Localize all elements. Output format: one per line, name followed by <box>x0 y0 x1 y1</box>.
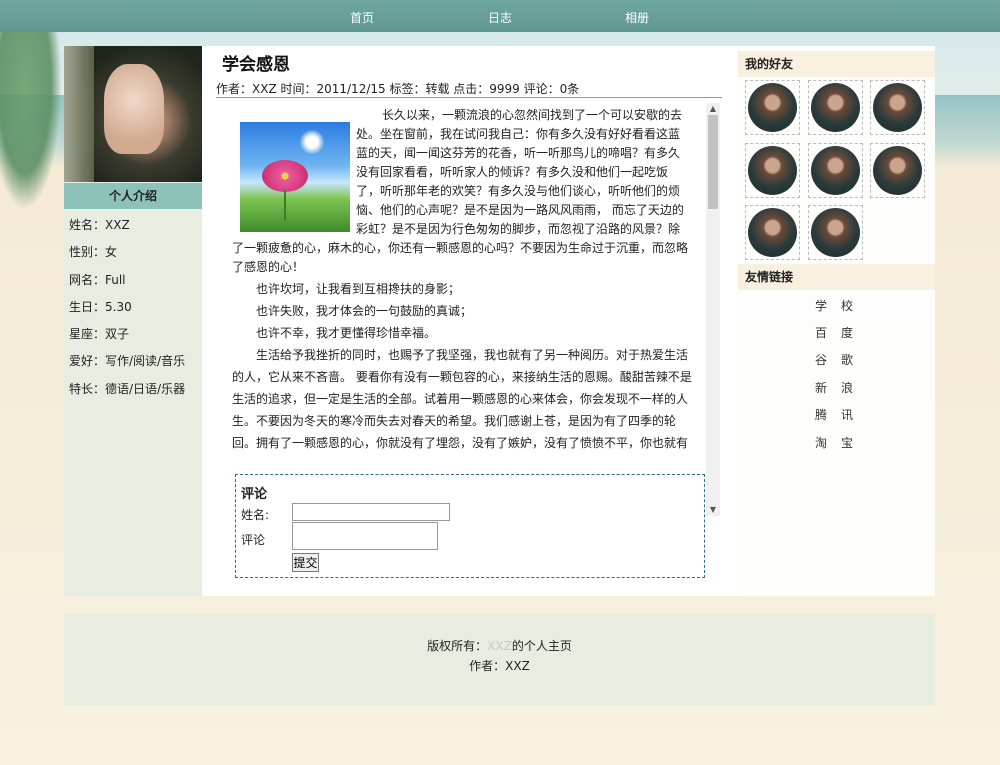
profile-name: 姓名：XXZ <box>69 218 130 232</box>
comment-form: 评论 姓名: 评论 提交 <box>235 474 705 578</box>
profile-hobbies: 爱好：写作/阅读/音乐 <box>69 354 186 369</box>
profile-section-title: 个人介绍 <box>64 183 202 209</box>
copyright-suffix: 的个人主页 <box>511 639 572 653</box>
profile-sidebar: 个人介绍 姓名：XXZ 性别：女 网名：Full 生日：5.30 星座：双子 爱… <box>64 46 202 596</box>
divider <box>216 97 722 98</box>
comment-label: 评论 <box>241 533 266 547</box>
image-sun <box>300 130 324 154</box>
image-stem <box>284 190 286 220</box>
article-meta: 作者：XXZ 时间：2011/12/15 标签：转载 点击：9999 评论：0条 <box>216 82 580 96</box>
avatar-hand <box>104 64 164 154</box>
footer-author: 作者：XXZ <box>469 659 530 673</box>
friend-photo <box>748 83 797 132</box>
article-line: 了，听听那年老的欢笑？有多久没与他们谈心，听听他们的烦 <box>356 184 681 198</box>
article-line: 没有回家看看，听听家人的倾诉？有多久没和他们一起吃饭 <box>356 165 669 179</box>
comment-title: 评论 <box>241 487 268 502</box>
article-line: 长久以来，一颗流浪的心忽然间找到了一个可以安歇的去 <box>382 108 683 122</box>
scroll-up-icon[interactable]: ▲ <box>706 103 720 115</box>
article-line: 了感恩的心！ <box>232 260 305 274</box>
avatar <box>64 46 202 182</box>
copyright-prefix: 版权所有： <box>427 639 488 653</box>
scroll-down-icon[interactable]: ▼ <box>706 504 720 516</box>
article-line: 也许不幸，我才更懂得珍惜幸福。 <box>256 326 437 340</box>
friend-photo <box>873 83 922 132</box>
friends-title: 我的好友 <box>738 51 935 77</box>
friend-photo <box>873 146 922 195</box>
submit-button[interactable]: 提交 <box>292 553 319 572</box>
image-flower <box>262 160 308 192</box>
link-tencent[interactable]: 腾讯 <box>815 406 875 423</box>
nav-blog[interactable]: 日志 <box>488 9 512 26</box>
friend-avatar[interactable] <box>808 143 863 198</box>
copyright-line: 版权所有：XXZ的个人主页 <box>64 637 935 654</box>
link-sina[interactable]: 新浪 <box>815 379 875 396</box>
profile-info-list: 姓名：XXZ 性别：女 网名：Full 生日：5.30 星座：双子 爱好：写作/… <box>69 218 202 409</box>
friend-avatar[interactable] <box>745 80 800 135</box>
profile-gender: 性别：女 <box>69 245 118 260</box>
friend-avatar[interactable] <box>870 80 925 135</box>
article-line: 蓝的天，闻一闻这芬芳的花香，听一听那鸟儿的啼唱？有多久 <box>356 146 681 160</box>
name-input[interactable] <box>292 503 450 521</box>
article-line: 了一颗疲惫的心，麻木的心，你还有一颗感恩的心吗？不要因为生命过于沉重，而忽略 <box>232 241 689 255</box>
friend-photo <box>748 208 797 257</box>
link-google[interactable]: 谷歌 <box>815 351 875 368</box>
friend-photo <box>748 146 797 195</box>
profile-birthday: 生日：5.30 <box>69 299 132 314</box>
links-title: 友情链接 <box>738 264 935 290</box>
article-line: 生活的追求，但一定是生活的全部。试着用一颗感恩的心来体会，你会发现不一样的人 <box>232 392 689 406</box>
copyright-owner: XXZ <box>487 639 512 653</box>
article-line: 恼、他们的心声呢？是不是因为一路风风雨雨， 而忘了天边的 <box>356 203 684 217</box>
link-school[interactable]: 学校 <box>815 297 875 314</box>
article-line: 回。拥有了一颗感恩的心，你就没有了埋怨，没有了嫉妒，没有了愤愤不平，你也就有 <box>232 436 689 450</box>
avatar-background <box>64 46 94 182</box>
link-taobao[interactable]: 淘宝 <box>815 434 875 451</box>
friend-avatar[interactable] <box>745 143 800 198</box>
article-line: 彩虹？是不是因为行色匆匆的脚步，而忽视了沿路的风景？除 <box>356 222 681 236</box>
friend-avatar[interactable] <box>870 143 925 198</box>
article-panel: 学会感恩 作者：XXZ 时间：2011/12/15 标签：转载 点击：9999 … <box>202 46 738 596</box>
link-baidu[interactable]: 百度 <box>815 324 875 341</box>
article-content[interactable]: 长久以来，一颗流浪的心忽然间找到了一个可以安歇的去 处。坐在窗前，我在试问我自己… <box>232 103 706 516</box>
right-sidebar: 我的好友 友情链接 学校 百度 谷歌 新浪 腾讯 淘宝 <box>738 46 935 596</box>
article-line: 生。不要因为冬天的寒冷而失去对春天的希望。我们感谢上苍，是因为有了四季的轮 <box>232 414 677 428</box>
background-figure <box>0 30 62 210</box>
nav-home[interactable]: 首页 <box>350 9 374 26</box>
article-image <box>240 122 350 232</box>
article-line: 也许坎坷，让我看到互相搀扶的身影； <box>256 282 461 296</box>
comment-textarea[interactable] <box>292 522 438 550</box>
article-line: 的人，它从来不吝啬。 要看你有没有一颗包容的心，来接纳生活的恩赐。酸甜苦辣不是 <box>232 370 692 384</box>
name-label: 姓名: <box>241 508 270 522</box>
friend-avatar[interactable] <box>808 80 863 135</box>
article-title: 学会感恩 <box>222 55 290 75</box>
friend-photo <box>811 146 860 195</box>
nav-album[interactable]: 相册 <box>625 9 649 26</box>
article-line: 也许失败，我才体会的一句鼓励的真诚； <box>256 304 473 318</box>
profile-skills: 特长：德语/日语/乐器 <box>69 381 186 396</box>
article-scrollbar[interactable]: ▲ ▼ <box>706 103 720 516</box>
friend-avatar[interactable] <box>808 205 863 260</box>
footer: 版权所有：XXZ的个人主页 作者：XXZ <box>64 614 935 705</box>
profile-zodiac: 星座：双子 <box>69 327 130 342</box>
article-line: 生活给予我挫折的同时，也赐予了我坚强，我也就有了另一种阅历。对于热爱生活 <box>256 348 689 362</box>
scrollbar-thumb[interactable] <box>708 115 718 209</box>
friend-avatar[interactable] <box>745 205 800 260</box>
friend-photo <box>811 208 860 257</box>
friend-photo <box>811 83 860 132</box>
article-line: 处。坐在窗前，我在试问我自己：你有多久没有好好看看这蓝 <box>356 127 681 141</box>
profile-nickname: 网名：Full <box>69 272 126 287</box>
top-navigation: 首页 日志 相册 <box>0 0 1000 32</box>
